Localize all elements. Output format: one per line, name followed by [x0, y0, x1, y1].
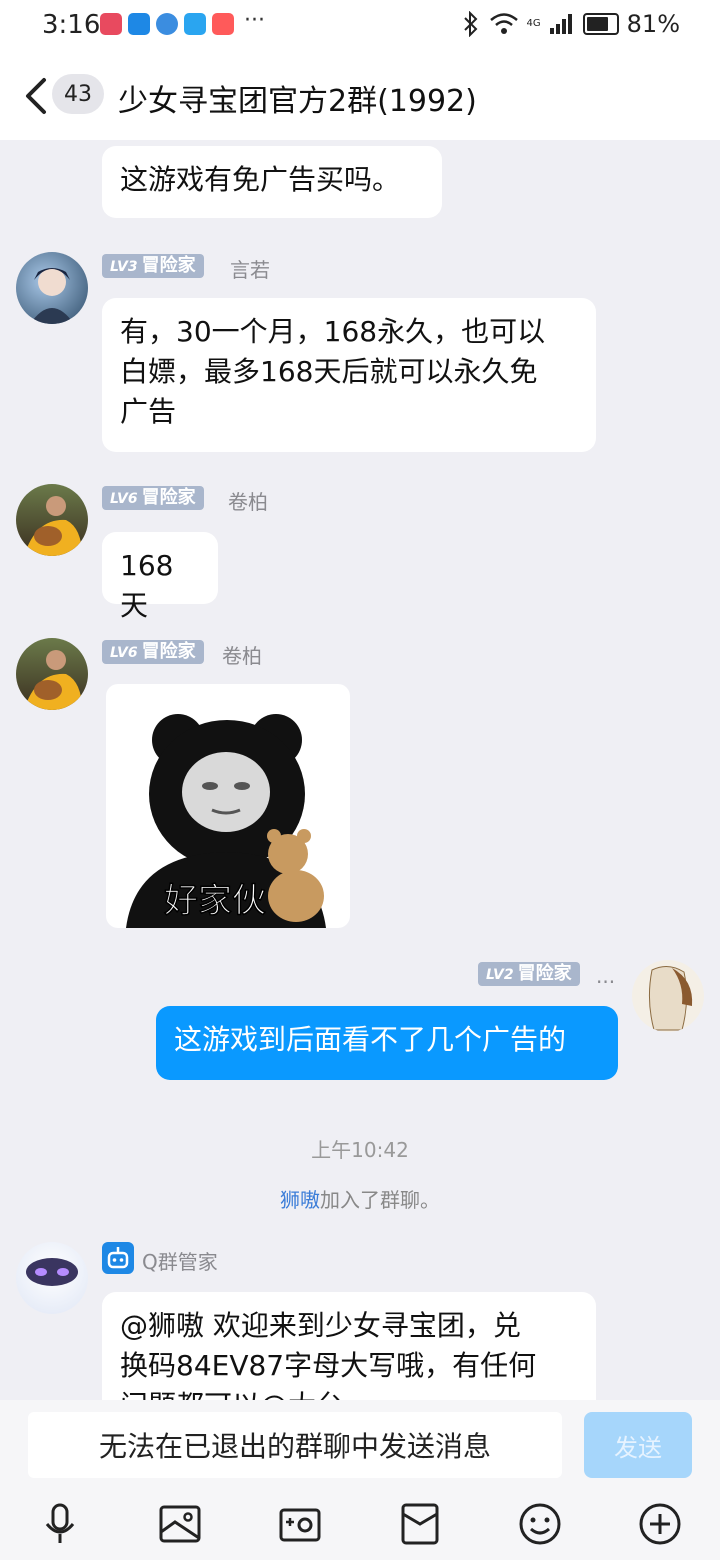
system-notice: 狮嗷加入了群聊。 — [0, 1184, 720, 1213]
wifi-icon — [489, 13, 518, 34]
input-toolbar — [0, 1498, 720, 1554]
robot-avatar-image — [26, 1258, 78, 1286]
network-type: 4G — [526, 18, 541, 29]
battery-percent: 81% — [626, 10, 680, 38]
my-avatar[interactable] — [632, 960, 704, 1032]
message-input-disabled: 无法在已退出的群聊中发送消息 — [28, 1412, 562, 1478]
send-button[interactable]: 发送 — [584, 1412, 692, 1478]
sender-name: ... — [596, 964, 616, 988]
joined-member-link[interactable]: 狮嗷 — [280, 1188, 320, 1212]
message-line: @狮嗷 欢迎来到少女寻宝团，兑 — [120, 1309, 521, 1342]
status-bar: 3:16 ··· 4G 81% — [0, 0, 720, 52]
system-notice-text: 加入了群聊。 — [320, 1188, 440, 1212]
message-line: 白嫖，最多168天后就可以永久免 — [120, 355, 538, 388]
avatar-image — [24, 650, 82, 710]
group-title[interactable]: 少女寻宝团官方2群(1992) — [118, 76, 477, 120]
level-tag: LV6 冒险家 — [102, 486, 204, 510]
bulb-app-icon — [128, 13, 150, 35]
battery-icon — [582, 13, 619, 35]
status-right: 4G 81% — [461, 10, 680, 38]
message-line: 广告 — [120, 395, 177, 428]
app-notification-icon — [100, 13, 122, 35]
signal-icon — [549, 14, 572, 34]
robot-badge-icon — [102, 1242, 134, 1274]
sticker-caption: 好家伙 — [164, 881, 266, 921]
message-bubble[interactable]: 有，30一个月，168永久，也可以 白嫖，最多168天后就可以永久免 广告 — [102, 298, 596, 452]
unread-count-badge[interactable]: 43 — [52, 74, 104, 114]
level-tag: LV6 冒险家 — [102, 640, 204, 664]
sender-name: 卷柏 — [222, 644, 262, 668]
message-bubble[interactable]: 168天 — [102, 532, 218, 622]
my-message-bubble[interactable]: 这游戏到后面看不了几个广告的 — [156, 1006, 618, 1080]
bear-meme-sticker: 好家伙 — [126, 714, 326, 928]
emoji-icon[interactable] — [518, 1502, 562, 1546]
bot-avatar[interactable] — [16, 1242, 88, 1314]
message-line: 问题都可以@大台 — [120, 1386, 578, 1400]
message-line: 有，30一个月，168永久，也可以 — [120, 315, 546, 348]
avatar-image — [648, 966, 693, 1031]
sender-name: Q群管家 — [142, 1250, 218, 1274]
level-tag: LV3 冒险家 — [102, 254, 204, 278]
message-bubble[interactable]: @狮嗷 欢迎来到少女寻宝团，兑 换码84EV87字母大写哦，有任何 问题都可以@… — [102, 1292, 596, 1400]
message-bubble[interactable]: 这游戏有免广告买吗。 — [102, 146, 442, 218]
more-notifications-icon: ··· — [244, 8, 265, 33]
message-timestamp: 上午10:42 — [311, 1138, 409, 1162]
message-text: 这游戏有免广告买吗。 — [120, 163, 401, 196]
browser-app-icon — [156, 13, 178, 35]
red-packet-icon[interactable] — [398, 1502, 442, 1546]
sender-name: 卷柏 — [228, 490, 268, 514]
camera-icon[interactable] — [278, 1502, 322, 1546]
message-line: 换码84EV87字母大写哦，有任何 — [120, 1349, 537, 1382]
input-bar: 无法在已退出的群聊中发送消息 发送 — [0, 1400, 720, 1560]
avatar[interactable] — [16, 638, 88, 710]
plus-icon[interactable] — [638, 1502, 682, 1546]
level-tag: LV2 冒险家 — [478, 962, 580, 986]
notification-icons — [100, 13, 234, 35]
microphone-icon[interactable] — [38, 1502, 82, 1546]
bluetooth-icon — [463, 11, 477, 37]
game-app-icon — [212, 13, 234, 35]
avatar-image — [24, 496, 82, 556]
chat-header: 43 少女寻宝团官方2群(1992) — [0, 52, 720, 140]
image-icon[interactable] — [158, 1502, 202, 1546]
avatar[interactable] — [16, 484, 88, 556]
avatar-image — [30, 268, 74, 324]
chat-message-list[interactable]: 这游戏有免广告买吗。 LV3 冒险家 言若 有，30一个月，168永久，也可以 白… — [0, 140, 720, 1400]
status-time: 3:16 — [42, 10, 101, 40]
message-text: 168天 — [120, 549, 174, 622]
avatar[interactable] — [16, 252, 88, 324]
message-text: 这游戏到后面看不了几个广告的 — [174, 1023, 567, 1056]
search-app-icon — [184, 13, 206, 35]
sticker-image[interactable]: 好家伙 — [106, 684, 350, 928]
sender-name: 言若 — [230, 258, 270, 282]
